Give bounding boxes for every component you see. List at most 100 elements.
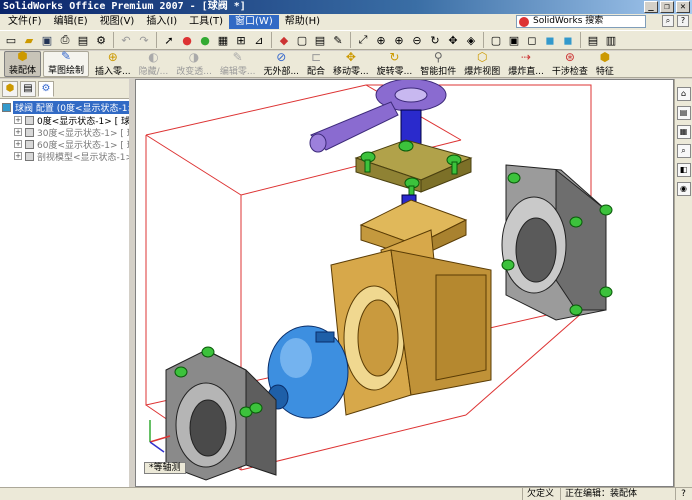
zoom-prev-icon[interactable]: ⊖ <box>409 32 425 48</box>
expand-icon[interactable]: + <box>14 128 22 136</box>
status-help-icon[interactable]: ? <box>675 488 691 500</box>
file-explorer-icon[interactable]: ▦ <box>676 125 691 139</box>
config-item[interactable]: + 0度<显示状态-1> [ 球阀 <box>0 114 129 126</box>
config-icon <box>25 127 34 137</box>
insert-component-button[interactable]: ⊕ 插入零... <box>91 50 135 77</box>
valve-handle[interactable] <box>309 80 447 153</box>
design-library-icon[interactable]: ▤ <box>676 106 691 120</box>
right-flange[interactable] <box>501 164 607 321</box>
config-item[interactable]: + 剖视模型<显示状态-1> [ <box>0 150 129 162</box>
pan-icon[interactable]: ✥ <box>445 32 461 48</box>
cube-icon[interactable]: ◆ <box>276 32 292 48</box>
separator <box>483 32 484 48</box>
hidden-lines-icon[interactable]: ▣ <box>506 32 522 48</box>
zoom-fit-icon[interactable]: ⤢ <box>355 32 371 48</box>
expand-icon[interactable]: + <box>14 140 22 148</box>
interference-check-button[interactable]: ⊛ 干涉检查 <box>548 50 592 77</box>
box-icon[interactable]: ▢ <box>294 32 310 48</box>
table-icon[interactable]: ▤ <box>312 32 328 48</box>
configuration-manager-tab-icon[interactable]: ⚙ <box>38 81 54 97</box>
section-view-icon[interactable]: ▤ <box>585 32 601 48</box>
separator <box>271 32 272 48</box>
no-external-refs-button[interactable]: ⊘ 无外部... <box>259 50 303 77</box>
undo-icon[interactable]: ↶ <box>118 32 134 48</box>
resources-icon[interactable]: ⌂ <box>676 87 691 101</box>
snap-icon[interactable]: ⊞ <box>233 32 249 48</box>
property-manager-tab-icon[interactable]: ▤ <box>20 81 36 97</box>
explode-line-button[interactable]: ⇢ 爆炸直... <box>504 50 548 77</box>
search-go-icon[interactable]: ⌕ <box>662 15 674 27</box>
view-palette-icon[interactable]: ◧ <box>676 163 691 177</box>
close-button[interactable]: ✕ <box>676 1 690 13</box>
expand-icon[interactable]: + <box>14 116 22 124</box>
exploded-valve-model <box>145 80 613 481</box>
tree-root[interactable]: 球阀 配置 (0度<显示状态-1>) <box>0 101 129 114</box>
view-orientation-label[interactable]: *等轴测 <box>144 462 186 474</box>
rebuild-icon[interactable]: ● <box>179 32 195 48</box>
shaded-edges-icon[interactable]: ◼ <box>542 32 558 48</box>
search-icon <box>519 17 529 27</box>
menu-file[interactable]: 文件(F) <box>2 15 48 29</box>
insert-component-icon: ⊕ <box>107 50 118 64</box>
change-transparency-button[interactable]: ◑ 改变透... <box>172 50 216 77</box>
redo-icon[interactable]: ↷ <box>136 32 152 48</box>
task-pane: ⌂ ▤ ▦ ⌕ ◧ ◉ <box>674 79 692 487</box>
smart-fastener-button[interactable]: ⚲ 智能扣件 <box>416 50 460 77</box>
wireframe-icon[interactable]: ▢ <box>488 32 504 48</box>
measure-icon[interactable]: ⊿ <box>251 32 267 48</box>
edit-component-button[interactable]: ✎ 编辑零... <box>216 50 260 77</box>
transparency-icon: ◑ <box>188 50 200 64</box>
minimize-button[interactable]: _ <box>644 1 658 13</box>
appearance-icon[interactable]: ◉ <box>676 182 691 196</box>
menu-help[interactable]: 帮助(H) <box>279 15 326 29</box>
grid-icon[interactable]: ▦ <box>215 32 231 48</box>
valve-ball[interactable] <box>267 325 349 419</box>
graphics-area[interactable] <box>135 79 674 487</box>
separator <box>113 32 114 48</box>
hidden-removed-icon[interactable]: ◻ <box>524 32 540 48</box>
edit-component-icon: ✎ <box>232 50 243 64</box>
help-icon[interactable]: ? <box>677 15 689 27</box>
note-icon[interactable]: ✎ <box>330 32 346 48</box>
traffic-light-icon[interactable]: ● <box>197 32 213 48</box>
menu-right-icons: ⌕ ? <box>662 15 689 27</box>
hide-show-button[interactable]: ◐ 隐藏/... <box>135 50 173 77</box>
config-item[interactable]: + 30度<显示状态-1> [ 球阀 <box>0 126 129 138</box>
menu-insert[interactable]: 插入(I) <box>140 15 183 29</box>
sketch-icon: ✎ <box>60 49 72 63</box>
print-preview-icon[interactable]: ▤ <box>75 32 91 48</box>
feature-button[interactable]: ⬢ 特征 <box>592 50 618 77</box>
restore-button[interactable]: ❐ <box>660 1 674 13</box>
open-icon[interactable]: ▰ <box>21 32 37 48</box>
rotate-component-button[interactable]: ↻ 旋转零... <box>373 50 417 77</box>
exploded-view-button[interactable]: ⬡ 爆炸视图 <box>460 50 504 77</box>
zoom-area-icon[interactable]: ⊕ <box>373 32 389 48</box>
options-icon[interactable]: ⚙ <box>93 32 109 48</box>
assembly-tab[interactable]: ⬢ 装配体 <box>4 49 42 77</box>
rotate-icon[interactable]: ↻ <box>427 32 443 48</box>
save-icon[interactable]: ▣ <box>39 32 55 48</box>
window-title: SolidWorks Office Premium 2007 - [球阀 *] <box>3 1 246 12</box>
display-mode-icon[interactable]: ▥ <box>603 32 619 48</box>
menu-edit[interactable]: 编辑(E) <box>48 15 94 29</box>
menu-view[interactable]: 视图(V) <box>94 15 141 29</box>
expand-icon[interactable]: + <box>14 152 22 160</box>
menu-window[interactable]: 窗口(W) <box>229 15 279 29</box>
select-icon[interactable]: ➚ <box>161 32 177 48</box>
sketch-tab[interactable]: ✎ 草图绘制 <box>43 49 90 77</box>
zoom-in-icon[interactable]: ⊕ <box>391 32 407 48</box>
mate-button[interactable]: ⊏ 配合 <box>303 50 329 77</box>
menu-tools[interactable]: 工具(T) <box>183 15 229 29</box>
new-icon[interactable]: ▭ <box>3 32 19 48</box>
feature-tree-tab-icon[interactable]: ⬢ <box>2 81 18 97</box>
search-input[interactable]: SolidWorks 搜索 <box>516 15 646 28</box>
move-component-button[interactable]: ✥ 移动零... <box>329 50 373 77</box>
shaded-icon[interactable]: ◼ <box>560 32 576 48</box>
view-orient-icon[interactable]: ◈ <box>463 32 479 48</box>
no-external-icon: ⊘ <box>276 50 287 64</box>
interference-icon: ⊛ <box>564 50 575 64</box>
print-icon[interactable]: ⎙ <box>57 32 73 48</box>
config-item[interactable]: + 60度<显示状态-1> [ 球阀 <box>0 138 129 150</box>
valve-body[interactable] <box>330 199 492 416</box>
search-pane-icon[interactable]: ⌕ <box>676 144 691 158</box>
